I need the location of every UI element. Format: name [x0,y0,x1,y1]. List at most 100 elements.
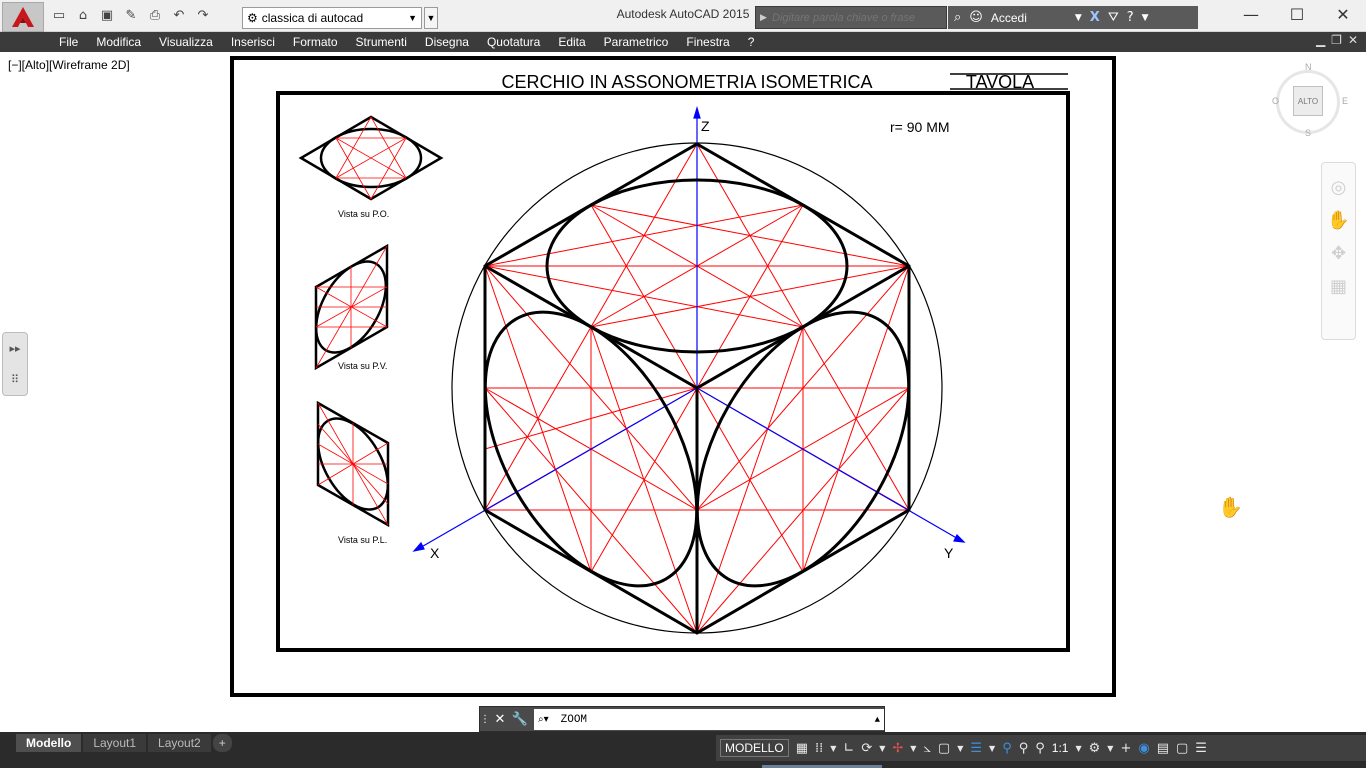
menu-finestra[interactable]: Finestra [677,35,738,49]
search-input[interactable] [772,11,942,24]
title-bar: ▭ ⌂ ▣ ✎ ⎙ ↶ ↷ ⚙ classica di autocad ▼ ▼ … [0,0,1366,32]
chevron-up-icon[interactable]: ▲ [875,715,880,725]
close-command-line-icon[interactable]: ✕ [490,712,510,727]
infocenter-toolbar: ⌕ ☺ Accedi ▼ X ⛛ ? ▼ [948,6,1198,29]
tab-layout1[interactable]: Layout1 [83,734,147,752]
document-window-controls: ▁ ❐ ✕ [1316,33,1358,47]
radius-label: r= 90 MM [890,119,950,135]
chevron-down-icon[interactable]: ▼ [910,744,916,753]
menu-visualizza[interactable]: Visualizza [150,35,222,49]
save-icon[interactable]: ▣ [98,6,116,24]
auto-scale-icon[interactable]: ⚲ [1019,741,1029,756]
minimize-button[interactable]: — [1228,0,1274,28]
doc-minimize-icon[interactable]: ▁ [1316,33,1325,47]
customize-wrench-icon[interactable]: 🔧 [510,712,530,727]
viewcube[interactable]: ALTO N S E O [1262,60,1356,146]
grip-icon: ⠿ [10,373,20,386]
view-po-label: Vista su P.O. [338,209,389,219]
chevron-down-icon[interactable]: ▼ [1142,13,1149,23]
ortho-icon[interactable]: ∟ [843,741,854,756]
chevron-down-icon[interactable]: ▼ [989,744,995,753]
customize-toolbar-button[interactable]: ▼ [424,7,438,29]
menu-quotatura[interactable]: Quotatura [478,35,549,49]
snap-icon[interactable]: ⁞⁞ [815,741,823,756]
menu-file[interactable]: File [50,35,87,49]
model-space-button[interactable]: MODELLO [720,739,789,757]
axis-y-label: Y [944,545,954,561]
grid-icon[interactable]: ▦ [796,741,808,756]
pan-icon[interactable]: ✋ [1327,210,1349,231]
navigation-bar: ◎ ✋ ✥ ▦ [1321,162,1356,340]
annotation-scale-icon[interactable]: ⚲ [1035,741,1045,756]
redo-icon[interactable]: ↷ [194,6,212,24]
chevron-down-icon[interactable]: ▼ [1075,13,1082,23]
signin-label[interactable]: Accedi [991,11,1027,25]
command-history-icon[interactable]: ⌕▾ [538,714,549,725]
window-controls: — ☐ ✕ [1228,0,1366,28]
chevron-down-icon[interactable]: ▼ [1075,744,1081,753]
save-as-icon[interactable]: ✎ [122,6,140,24]
clean-screen-icon[interactable]: ▢ [1176,741,1188,756]
add-layout-button[interactable]: + [212,734,232,752]
workspace-gear-icon[interactable]: ⚙ [1089,741,1101,756]
showmotion-icon[interactable]: ▦ [1330,276,1347,297]
polar-icon[interactable]: ⟳ [861,741,872,756]
menu-parametrico[interactable]: Parametrico [595,35,678,49]
object-snap-icon[interactable]: ▢ [938,741,950,756]
viewcube-top-face[interactable]: ALTO [1293,86,1323,116]
workspace-select[interactable]: ⚙ classica di autocad ▼ [242,7,422,29]
compass-east[interactable]: E [1342,96,1348,106]
expand-arrow-icon: ▶ [760,12,767,22]
close-button[interactable]: ✕ [1320,0,1366,28]
menu-modifica[interactable]: Modifica [87,35,150,49]
menu-edita[interactable]: Edita [549,35,594,49]
steering-wheel-icon[interactable]: ◎ [1331,177,1347,198]
doc-close-icon[interactable]: ✕ [1348,33,1358,47]
exchange-icon[interactable]: X [1090,10,1100,25]
help-search-box[interactable]: ▶ [755,6,947,29]
status-bar: Modello Layout1 Layout2 + MODELLO ▦ ⁞⁞ ▼… [0,732,1366,768]
menu-disegna[interactable]: Disegna [416,35,478,49]
menu-help[interactable]: ? [739,35,764,49]
tool-palette-handle[interactable]: ▸▸ ⠿ [2,332,28,396]
view-pv-figure [314,243,389,371]
binoculars-icon[interactable]: ⌕ [954,10,961,25]
application-menu-button[interactable] [2,2,44,32]
print-icon[interactable]: ⎙ [146,6,164,24]
menu-inserisci[interactable]: Inserisci [222,35,284,49]
annotation-scale-value[interactable]: 1:1 [1052,741,1069,755]
help-icon[interactable]: ? [1127,10,1134,25]
osnap-tracking-icon[interactable]: ✢ [892,741,903,756]
open-file-icon[interactable]: ⌂ [74,6,92,24]
hardware-acceleration-icon[interactable]: ▤ [1157,741,1169,756]
isolate-objects-icon[interactable]: ◉ [1138,741,1149,756]
a360-icon[interactable]: ⛛ [1108,10,1119,25]
chevron-down-icon[interactable]: ▼ [957,744,963,753]
selection-cycling-icon[interactable]: ☰ [970,741,982,756]
drawing-canvas[interactable]: [−][Alto][Wireframe 2D] CERCHIO IN ASSON… [0,52,1366,732]
maximize-button[interactable]: ☐ [1274,0,1320,28]
menu-strumenti[interactable]: Strumenti [347,35,416,49]
compass-west[interactable]: O [1272,96,1279,106]
expand-palette-icon[interactable]: ▸▸ [9,342,20,355]
status-toolbar: MODELLO ▦ ⁞⁞ ▼ ∟ ⟳ ▼ ✢ ▼ ⦣ ▢ ▼ ☰ ▼ ⚲ ⚲ ⚲… [716,735,1366,761]
doc-restore-icon[interactable]: ❐ [1331,33,1342,47]
customize-icon[interactable]: ☰ [1195,741,1207,756]
menu-formato[interactable]: Formato [284,35,347,49]
command-input-field[interactable]: ⌕▾ ZOOM ▲ [534,709,884,730]
layout-tabs: Modello Layout1 Layout2 + [16,734,232,752]
chevron-down-icon[interactable]: ▼ [1107,744,1113,753]
orbit-icon[interactable]: ✥ [1331,243,1346,264]
new-file-icon[interactable]: ▭ [50,6,68,24]
plus-icon[interactable]: + [1120,741,1131,756]
chevron-down-icon[interactable]: ▼ [879,744,885,753]
lineweight-icon[interactable]: ⦣ [923,741,930,756]
tavola-label: TAVOLA [966,72,1034,92]
undo-icon[interactable]: ↶ [170,6,188,24]
annotation-visibility-icon[interactable]: ⚲ [1002,741,1012,756]
tab-modello[interactable]: Modello [16,734,82,752]
tab-layout2[interactable]: Layout2 [148,734,211,752]
compass-south[interactable]: S [1305,128,1311,138]
chevron-down-icon[interactable]: ▼ [830,744,836,753]
compass-north[interactable]: N [1305,62,1312,72]
